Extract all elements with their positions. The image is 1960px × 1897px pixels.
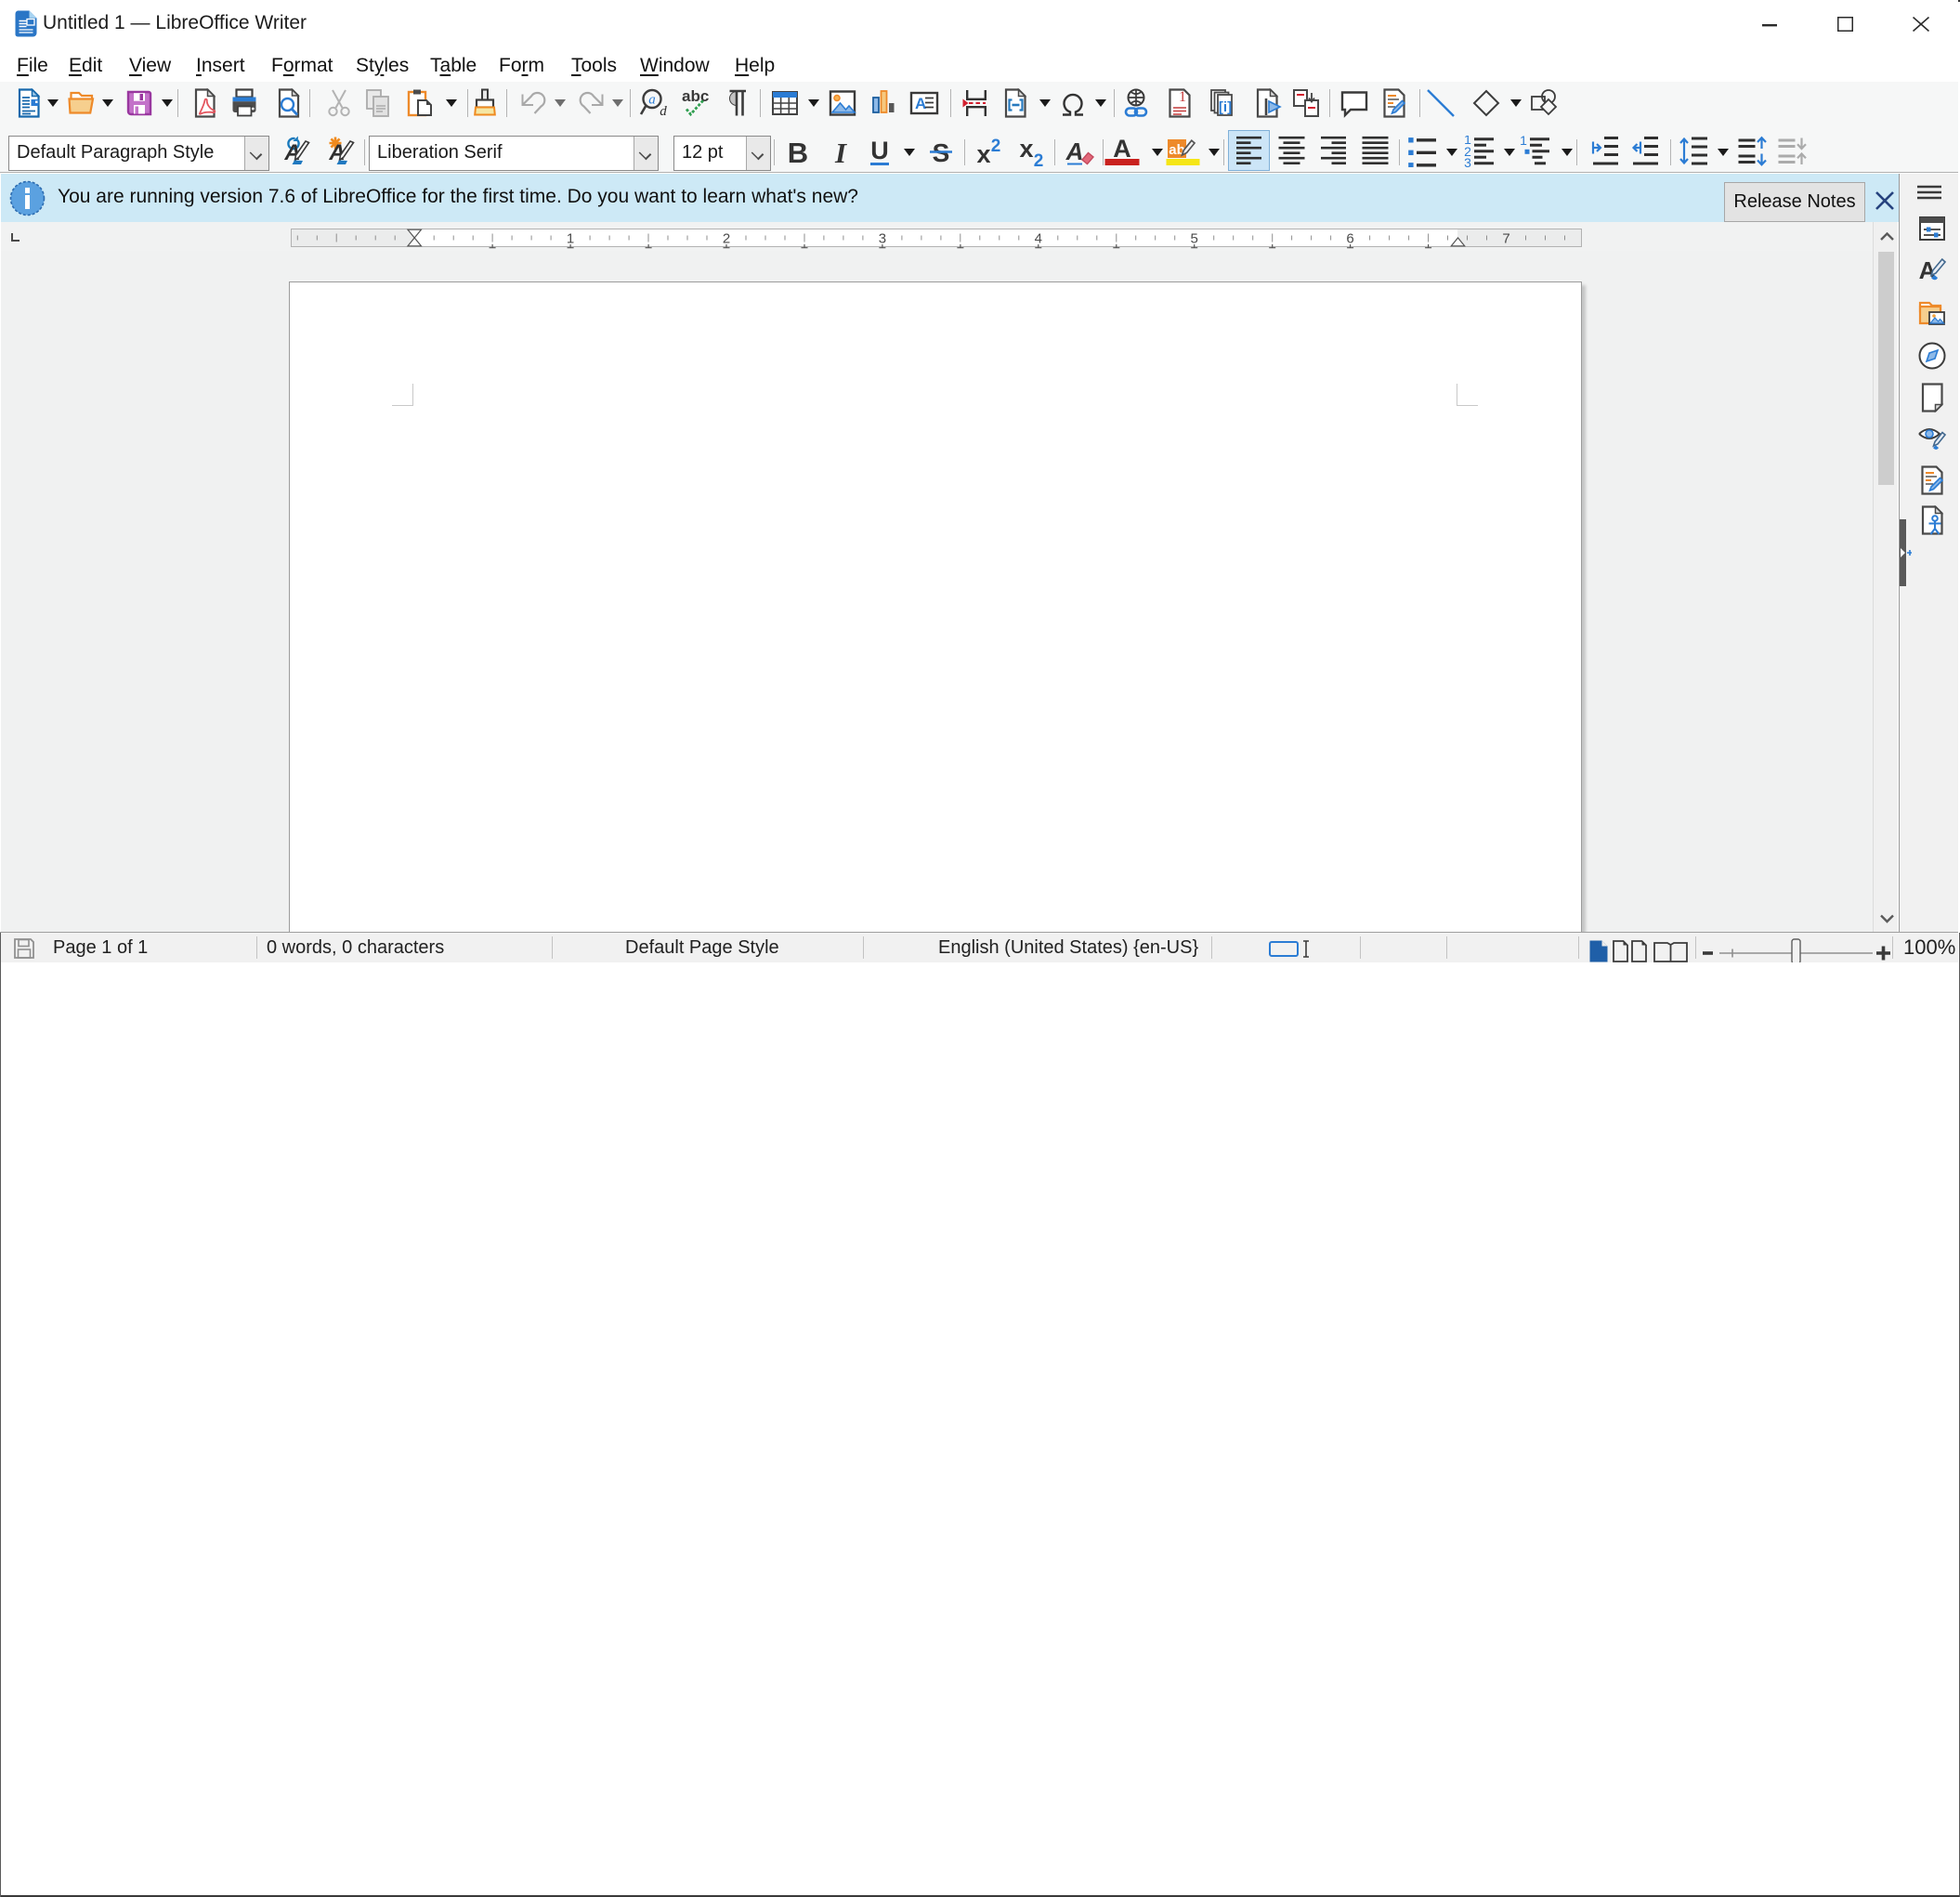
svg-text:A: A [1113, 136, 1131, 163]
svg-text:2: 2 [723, 231, 730, 247]
svg-text:1: 1 [1520, 136, 1527, 148]
svg-text:A: A [915, 95, 926, 112]
svg-text:5: 5 [1191, 231, 1198, 247]
svg-text:1: 1 [567, 231, 574, 247]
svg-text:1: 1 [1179, 89, 1186, 105]
svg-text:[i]: [i] [1219, 99, 1232, 115]
svg-text:abc: abc [682, 87, 709, 105]
svg-text:3: 3 [1464, 155, 1471, 167]
svg-text:B: B [788, 137, 808, 167]
svg-text:x: x [1019, 136, 1033, 163]
svg-text:7: 7 [1502, 231, 1509, 247]
svg-text:x: x [976, 140, 990, 167]
svg-text:a: a [648, 93, 656, 108]
svg-text:4: 4 [1035, 231, 1042, 247]
svg-text:2: 2 [1034, 151, 1044, 167]
svg-text:I: I [834, 137, 847, 167]
svg-text:2: 2 [991, 137, 1001, 156]
svg-text:U: U [870, 137, 889, 164]
svg-text:d: d [660, 104, 667, 119]
svg-text:3: 3 [879, 231, 886, 247]
svg-text:6: 6 [1346, 231, 1353, 247]
svg-text:A: A [1065, 137, 1084, 165]
